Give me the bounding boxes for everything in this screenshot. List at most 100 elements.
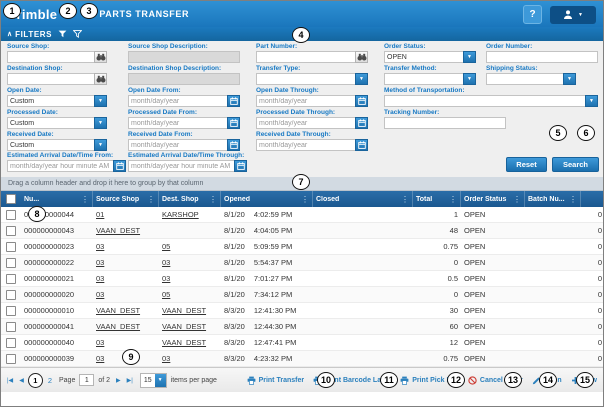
binoculars-icon[interactable] — [355, 51, 368, 63]
est-arrival-from-input[interactable] — [7, 160, 114, 172]
open-date-from-input[interactable] — [128, 95, 228, 107]
cell-source-shop[interactable]: VAAN_DEST — [93, 223, 159, 238]
chevron-down-icon[interactable]: ▼ — [463, 51, 476, 63]
order-number-input[interactable] — [486, 51, 598, 63]
row-checkbox[interactable] — [6, 321, 16, 332]
column-header-order-status[interactable]: Order Status ⋮ — [461, 191, 525, 207]
transfer-method-dropdown[interactable]: ▼ — [384, 73, 476, 85]
cell-source-shop[interactable]: 03 — [93, 239, 159, 254]
est-arrival-through-input[interactable] — [128, 160, 235, 172]
row-checkbox[interactable] — [6, 225, 16, 236]
transfer-type-dropdown[interactable]: ▼ — [256, 73, 368, 85]
chevron-down-icon[interactable]: ▼ — [563, 73, 576, 85]
select-all-checkbox[interactable] — [6, 194, 16, 204]
column-menu-icon[interactable]: ⋮ — [401, 195, 409, 204]
chevron-down-icon[interactable]: ▼ — [585, 95, 598, 107]
column-header-source-shop[interactable]: Source Shop ⋮ — [93, 191, 159, 207]
cell-dest-shop[interactable]: 05 — [159, 287, 221, 302]
row-checkbox[interactable] — [6, 241, 16, 252]
chevron-down-icon[interactable]: ▼ — [463, 73, 476, 85]
table-row[interactable]: 000000000021 03 03 8/1/20 7:01:27 PM 0.5 OPEN 0 — [1, 271, 603, 287]
open-date-dropdown[interactable]: Custom ▼ — [7, 95, 107, 107]
chevron-down-icon[interactable]: ▼ — [94, 95, 107, 107]
column-menu-icon[interactable]: ⋮ — [147, 195, 155, 204]
table-row[interactable]: 000000000039 03 03 8/3/20 4:23:32 PM 0.75 OPEN… — [1, 351, 603, 367]
next-page-icon[interactable]: ▶ — [114, 377, 123, 384]
cell-dest-shop[interactable]: 03 — [159, 351, 221, 366]
shipping-status-dropdown[interactable]: ▼ — [486, 73, 576, 85]
page-size-dropdown[interactable]: 15 ▼ — [139, 372, 167, 388]
cell-source-shop[interactable]: 03 — [93, 255, 159, 270]
column-menu-icon[interactable]: ⋮ — [81, 195, 89, 204]
binoculars-icon[interactable] — [94, 73, 107, 85]
column-header-dest-shop[interactable]: Dest. Shop ⋮ — [159, 191, 221, 207]
calendar-icon[interactable] — [227, 139, 240, 151]
column-header-transfer-number[interactable]: Nu... ⋮ — [21, 191, 93, 207]
cell-dest-shop[interactable]: VAAN_DEST — [159, 319, 221, 334]
table-row[interactable]: 000000000010 VAAN_DEST VAAN_DEST 8/3/20 12:4… — [1, 303, 603, 319]
command-print-transfer[interactable]: Print Transfer — [247, 376, 304, 385]
column-header-batch-number[interactable]: Batch Nu... ⋮ — [525, 191, 581, 207]
page-button-2[interactable]: 2 — [45, 376, 55, 385]
processed-date-from-input[interactable] — [128, 117, 228, 129]
save-filter-icon[interactable] — [58, 30, 67, 38]
column-header-qty[interactable] — [581, 191, 603, 207]
binoculars-icon[interactable] — [94, 51, 107, 63]
calendar-icon[interactable] — [113, 160, 126, 172]
row-checkbox[interactable] — [6, 273, 16, 284]
row-checkbox[interactable] — [6, 337, 16, 348]
row-checkbox[interactable] — [6, 353, 16, 364]
calendar-icon[interactable] — [355, 95, 368, 107]
cell-source-shop[interactable]: 03 — [93, 335, 159, 350]
cell-source-shop[interactable]: 01 — [93, 207, 159, 222]
column-header-total[interactable]: Total ⋮ — [413, 191, 461, 207]
calendar-icon[interactable] — [227, 117, 240, 129]
destination-shop-input[interactable] — [7, 73, 95, 85]
received-date-dropdown[interactable]: Custom ▼ — [7, 139, 107, 151]
chevron-down-icon[interactable]: ▼ — [94, 139, 107, 151]
help-button[interactable]: ? — [523, 5, 542, 24]
part-number-input[interactable] — [256, 51, 356, 63]
row-checkbox[interactable] — [6, 209, 16, 220]
page-button-1[interactable]: 1 — [27, 372, 43, 388]
column-menu-icon[interactable]: ⋮ — [209, 195, 217, 204]
column-header-opened[interactable]: Opened ⋮ — [221, 191, 313, 207]
table-row[interactable]: 000000000044 01 KARSHOP 8/1/20 4:02:59 PM 1 OP… — [1, 207, 603, 223]
cell-dest-shop[interactable]: 05 — [159, 239, 221, 254]
search-button[interactable]: Search — [552, 157, 599, 172]
column-menu-icon[interactable]: ⋮ — [513, 195, 521, 204]
table-row[interactable]: 000000000023 03 05 8/1/20 5:09:59 PM 0.75 OPEN… — [1, 239, 603, 255]
column-menu-icon[interactable]: ⋮ — [301, 195, 309, 204]
row-checkbox[interactable] — [6, 289, 16, 300]
table-row[interactable]: 000000000043 VAAN_DEST 8/1/20 4:04:05 PM 48 O… — [1, 223, 603, 239]
prev-page-icon[interactable]: ◀ — [17, 377, 26, 384]
page-number-input[interactable] — [79, 374, 95, 386]
cell-dest-shop[interactable]: 03 — [159, 271, 221, 286]
table-row[interactable]: 000000000022 03 03 8/1/20 5:54:37 PM 0 OPEN 0 — [1, 255, 603, 271]
order-status-dropdown[interactable]: OPEN ▼ — [384, 51, 476, 63]
processed-date-dropdown[interactable]: Custom ▼ — [7, 117, 107, 129]
cell-dest-shop[interactable]: VAAN_DEST — [159, 335, 221, 350]
column-menu-icon[interactable]: ⋮ — [449, 195, 457, 204]
cell-source-shop[interactable]: 03 — [93, 287, 159, 302]
received-date-from-input[interactable] — [128, 139, 228, 151]
table-row[interactable]: 000000000040 03 VAAN_DEST 8/3/20 12:47:41 PM… — [1, 335, 603, 351]
reset-button[interactable]: Reset — [506, 157, 547, 172]
cell-dest-shop[interactable]: KARSHOP — [159, 207, 221, 222]
row-checkbox[interactable] — [6, 257, 16, 268]
column-menu-icon[interactable]: ⋮ — [569, 195, 577, 204]
calendar-icon[interactable] — [234, 160, 247, 172]
calendar-icon[interactable] — [355, 139, 368, 151]
cell-source-shop[interactable]: VAAN_DEST — [93, 303, 159, 318]
column-header-closed[interactable]: Closed ⋮ — [313, 191, 413, 207]
cell-dest-shop[interactable]: 03 — [159, 255, 221, 270]
row-checkbox[interactable] — [6, 305, 16, 316]
cell-source-shop[interactable]: VAAN_DEST — [93, 319, 159, 334]
last-page-icon[interactable]: ▶| — [125, 377, 135, 384]
tracking-number-input[interactable] — [384, 117, 506, 129]
cell-source-shop[interactable]: 03 — [93, 271, 159, 286]
open-date-through-input[interactable] — [256, 95, 356, 107]
calendar-icon[interactable] — [227, 95, 240, 107]
chevron-down-icon[interactable]: ▼ — [94, 117, 107, 129]
collapse-chevron-icon[interactable]: ∧ — [7, 30, 12, 38]
